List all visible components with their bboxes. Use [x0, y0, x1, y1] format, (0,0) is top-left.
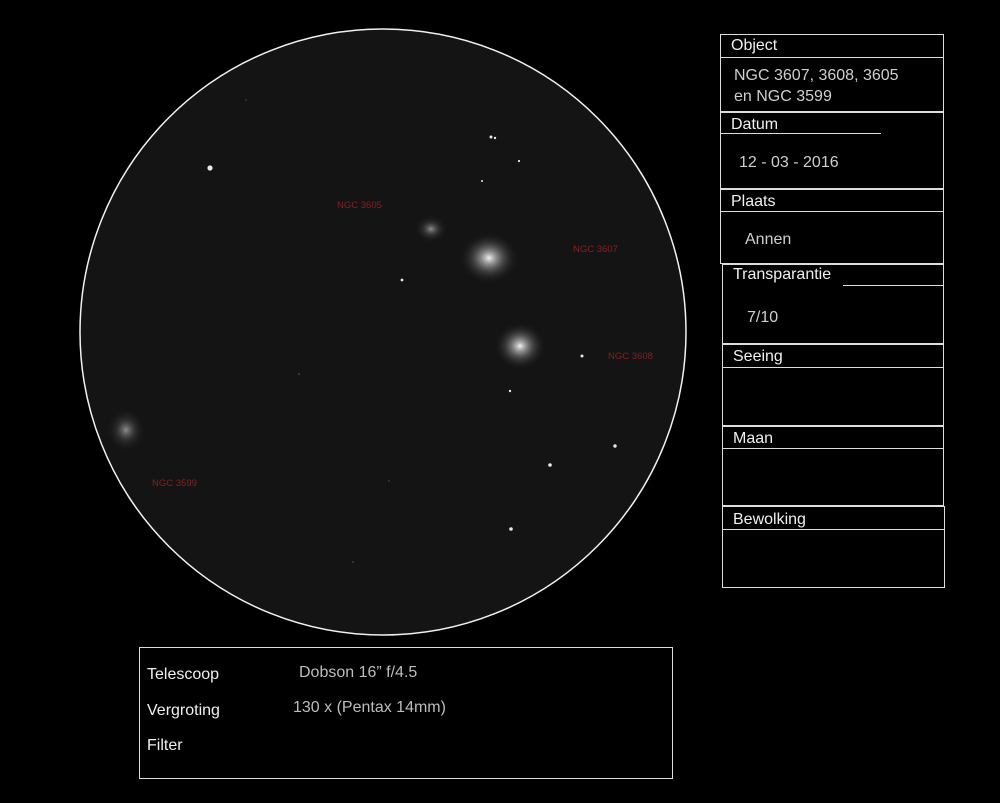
label-ngc3599: NGC 3599	[152, 478, 197, 489]
star	[508, 389, 512, 393]
object-box: Object NGC 3607, 3608, 3605 en NGC 3599	[720, 34, 944, 112]
star	[580, 354, 584, 358]
datum-label: Datum	[731, 116, 779, 133]
filter-label: Filter	[147, 737, 183, 754]
telescoop-value: Dobson 16” f/4.5	[299, 664, 418, 681]
galaxy-ngc3607	[459, 232, 519, 284]
maan-box: Maan	[722, 426, 944, 506]
plaats-label: Plaats	[731, 193, 776, 210]
star	[400, 278, 404, 282]
transparantie-value: 7/10	[747, 309, 779, 326]
label-ngc3608: NGC 3608	[608, 351, 653, 362]
galaxy-ngc3605	[414, 215, 448, 243]
datum-box: Datum 12 - 03 - 2016	[720, 112, 944, 189]
object-label: Object	[731, 37, 778, 54]
star	[207, 165, 213, 171]
plaats-value: Annen	[745, 231, 792, 248]
star	[489, 135, 493, 139]
vergroting-value: 130 x (Pentax 14mm)	[293, 699, 446, 716]
star	[388, 480, 390, 482]
field-of-view-circle	[79, 28, 687, 636]
star	[245, 99, 247, 101]
transparantie-label: Transparantie	[733, 266, 832, 283]
eyepiece-field-sketch: NGC 3605 NGC 3607 NGC 3608 NGC 3599	[79, 28, 687, 636]
star	[548, 463, 552, 467]
seeing-label: Seeing	[733, 348, 783, 365]
plaats-box: Plaats Annen	[720, 189, 944, 264]
bewolking-box: Bewolking	[722, 506, 945, 588]
vergroting-label: Vergroting	[147, 702, 220, 719]
star	[509, 527, 513, 531]
star	[517, 159, 521, 163]
object-value-line1: NGC 3607, 3608, 3605	[734, 67, 899, 84]
galaxy-ngc3599	[106, 408, 146, 452]
star	[493, 136, 497, 140]
object-value-line2: en NGC 3599	[734, 88, 832, 105]
label-ngc3605: NGC 3605	[337, 200, 382, 211]
star	[298, 373, 300, 375]
datum-value: 12 - 03 - 2016	[739, 154, 839, 171]
telescoop-label: Telescoop	[147, 666, 220, 683]
maan-label: Maan	[733, 430, 774, 447]
galaxy-ngc3608	[494, 322, 546, 370]
seeing-box: Seeing	[722, 344, 944, 426]
bewolking-label: Bewolking	[733, 511, 806, 528]
star	[352, 561, 354, 563]
label-ngc3607: NGC 3607	[573, 244, 618, 255]
transparantie-box: Transparantie 7/10	[722, 264, 944, 344]
star	[613, 444, 617, 448]
star	[481, 180, 483, 182]
equipment-panel: Telescoop Dobson 16” f/4.5 Vergroting 13…	[139, 647, 673, 779]
